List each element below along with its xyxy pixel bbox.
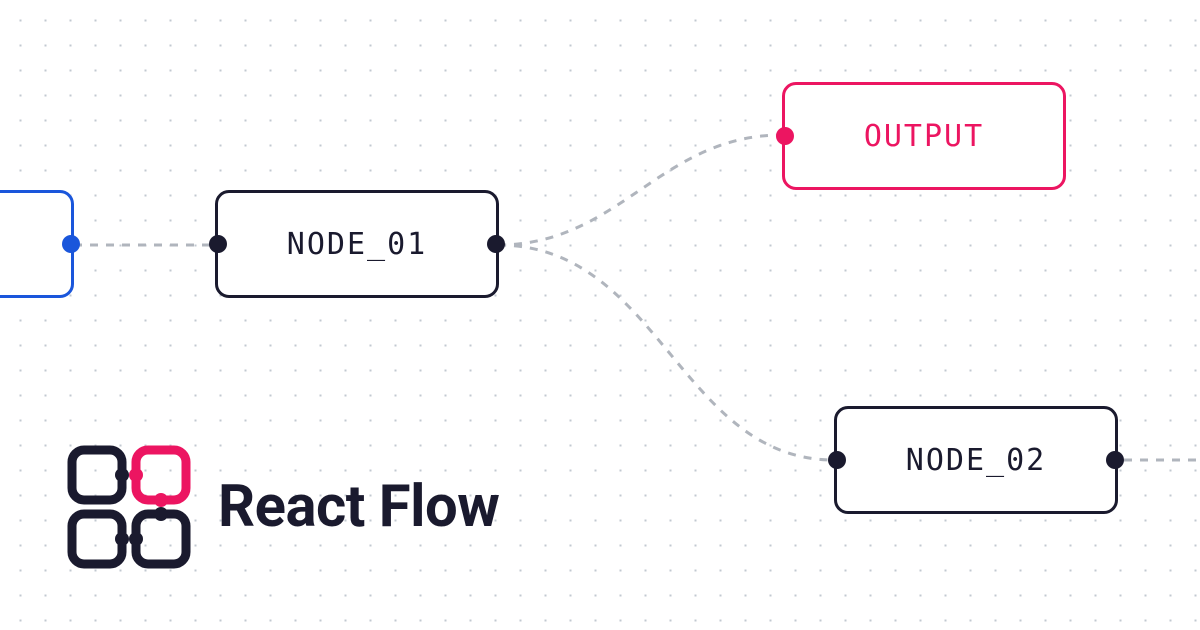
node-input[interactable] (0, 190, 74, 298)
node-output-label: OUTPUT (864, 119, 984, 154)
node-02[interactable]: NODE_02 (834, 406, 1118, 514)
brand-name: React Flow (218, 473, 499, 541)
handle-target[interactable] (776, 127, 794, 145)
logo-icon (66, 444, 192, 570)
brand-logo: React Flow (66, 444, 499, 570)
handle-target[interactable] (828, 451, 846, 469)
node-01[interactable]: NODE_01 (215, 190, 499, 298)
node-02-label: NODE_02 (906, 443, 1046, 478)
node-output[interactable]: OUTPUT (782, 82, 1066, 190)
handle-source[interactable] (487, 235, 505, 253)
handle-source[interactable] (1106, 451, 1124, 469)
handle-source[interactable] (62, 235, 80, 253)
handle-target[interactable] (209, 235, 227, 253)
node-01-label: NODE_01 (287, 227, 427, 262)
